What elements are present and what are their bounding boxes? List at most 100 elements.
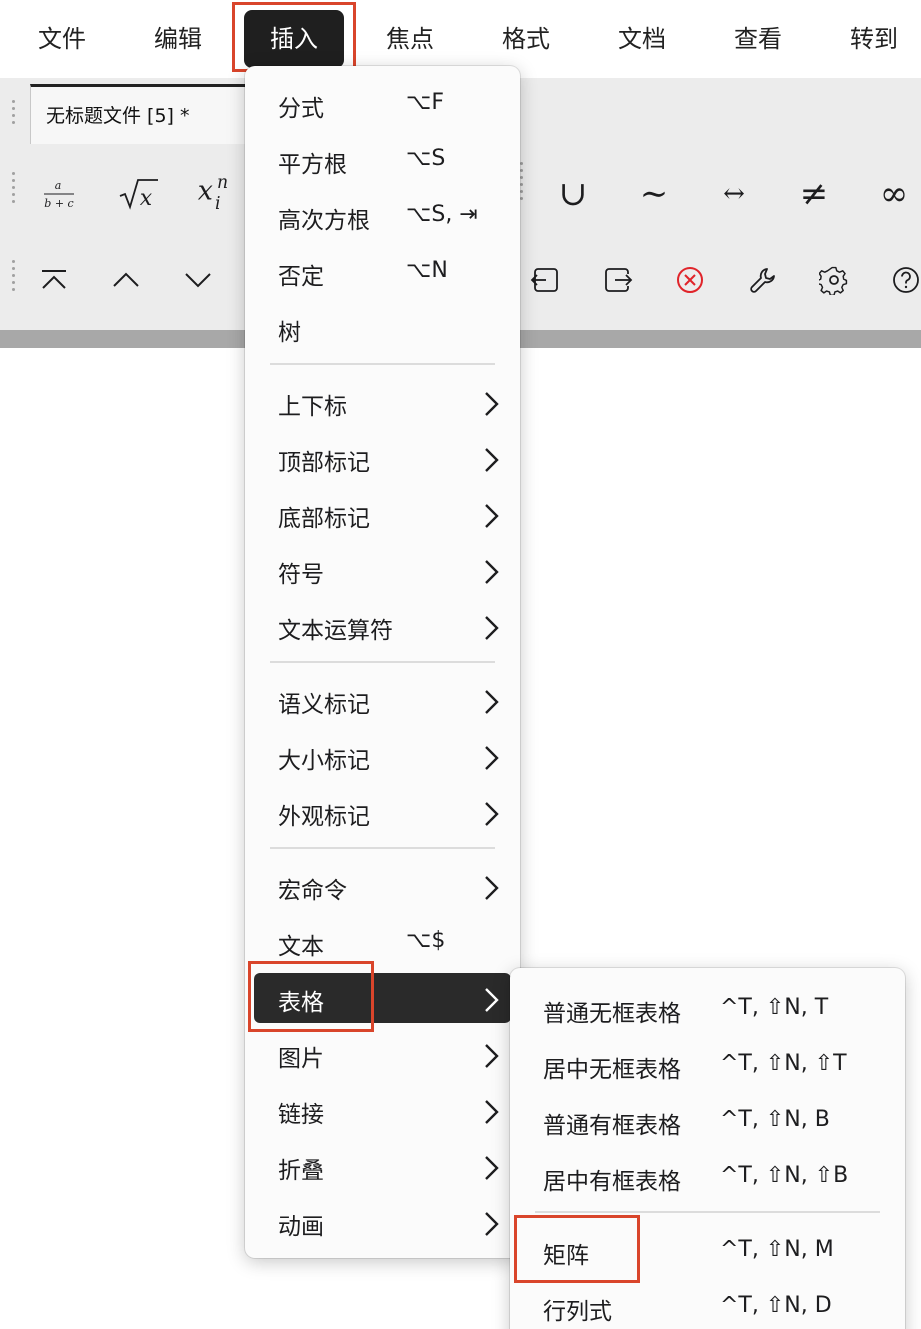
submenu-item-label: 居中无框表格 — [543, 1057, 681, 1083]
chevron-right-icon — [485, 560, 499, 584]
caret-top-icon[interactable] — [30, 256, 78, 304]
leftrightarrow-symbol-button[interactable]: ↔ — [710, 170, 758, 218]
menu-item-shortcut: ⌥N — [406, 258, 448, 283]
help-icon[interactable] — [882, 256, 921, 304]
menu-item-size-marks[interactable]: 大小标记 — [254, 731, 511, 781]
menu-item-table[interactable]: 表格 — [254, 973, 511, 1023]
gear-icon[interactable] — [810, 256, 858, 304]
menu-item-label: 大小标记 — [278, 748, 370, 774]
union-symbol-button[interactable]: ∪ — [549, 170, 597, 218]
menu-item-label: 符号 — [278, 562, 324, 588]
menu-item-label: 文本 — [278, 934, 324, 960]
menu-file[interactable]: 文件 — [22, 10, 102, 68]
menu-goto[interactable]: 转到 — [834, 10, 914, 68]
menu-item-label: 否定 — [278, 264, 324, 290]
chevron-right-icon — [485, 448, 499, 472]
menu-item-image[interactable]: 图片 — [254, 1029, 511, 1079]
import-icon[interactable] — [521, 256, 569, 304]
menu-edit[interactable]: 编辑 — [138, 10, 218, 68]
menu-insert[interactable]: 插入 — [244, 10, 344, 68]
menu-item-symbols[interactable]: 符号 — [254, 545, 511, 595]
chevron-right-icon — [485, 1156, 499, 1180]
menu-document[interactable]: 文档 — [602, 10, 682, 68]
submenu-item-shortcut: ^T, ⇧N, T — [720, 995, 829, 1020]
menu-item-semantic-marks[interactable]: 语义标记 — [254, 675, 511, 725]
menu-item-label: 链接 — [278, 1102, 324, 1128]
cancel-icon[interactable] — [666, 256, 714, 304]
caret-down-icon[interactable] — [174, 256, 222, 304]
grip-handle[interactable] — [12, 96, 16, 128]
menu-item-scripts[interactable]: 上下标 — [254, 377, 511, 427]
menu-focus[interactable]: 焦点 — [370, 10, 450, 68]
svg-text:b + c: b + c — [44, 197, 73, 210]
table-submenu: 普通无框表格 ^T, ⇧N, T 居中无框表格 ^T, ⇧N, ⇧T 普通有框表… — [510, 968, 905, 1329]
menu-item-nth-root[interactable]: 高次方根 ⌥S, ⇥ — [254, 191, 511, 241]
submenu-item-centered-borderless-table[interactable]: 居中无框表格 ^T, ⇧N, ⇧T — [518, 1039, 896, 1089]
submenu-item-label: 行列式 — [543, 1299, 612, 1325]
submenu-item-label: 矩阵 — [543, 1243, 589, 1269]
notequal-symbol-button[interactable]: ≠ — [790, 170, 838, 218]
menu-item-label: 分式 — [278, 96, 324, 122]
caret-up-icon[interactable] — [102, 256, 150, 304]
menu-item-label: 图片 — [278, 1046, 324, 1072]
document-tab[interactable]: 无标题文件 [5] * — [30, 84, 260, 144]
menu-format[interactable]: 格式 — [486, 10, 566, 68]
subsup-icon[interactable]: x n i — [192, 166, 240, 214]
export-icon[interactable] — [594, 256, 642, 304]
menu-item-shortcut: ⌥F — [406, 90, 445, 115]
menu-item-text[interactable]: 文本 ⌥$ — [254, 917, 511, 967]
submenu-item-shortcut: ^T, ⇧N, M — [720, 1237, 834, 1262]
submenu-item-plain-bordered-table[interactable]: 普通有框表格 ^T, ⇧N, B — [518, 1095, 896, 1145]
sqrt-icon[interactable]: x — [114, 170, 162, 218]
menu-item-label: 文本运算符 — [278, 618, 393, 644]
submenu-item-plain-borderless-table[interactable]: 普通无框表格 ^T, ⇧N, T — [518, 983, 896, 1033]
submenu-item-shortcut: ^T, ⇧N, D — [720, 1293, 832, 1318]
menu-item-sqrt[interactable]: 平方根 ⌥S — [254, 135, 511, 185]
menu-item-shortcut: ⌥S — [406, 146, 446, 171]
document-tab-title: 无标题文件 [5] * — [46, 105, 190, 127]
menu-item-label: 表格 — [278, 990, 324, 1016]
fraction-icon[interactable]: a b + c — [34, 170, 82, 218]
menu-item-animation[interactable]: 动画 — [254, 1197, 511, 1247]
menu-separator — [270, 363, 495, 365]
chevron-right-icon — [485, 1212, 499, 1236]
menu-item-bottom-marks[interactable]: 底部标记 — [254, 489, 511, 539]
infinity-symbol-button[interactable]: ∞ — [870, 170, 918, 218]
menu-item-tree[interactable]: 树 — [254, 303, 511, 353]
menu-item-fold[interactable]: 折叠 — [254, 1141, 511, 1191]
menu-item-label: 顶部标记 — [278, 450, 370, 476]
svg-text:i: i — [215, 194, 221, 214]
menu-item-appearance-marks[interactable]: 外观标记 — [254, 787, 511, 837]
insert-menu-dropdown: 分式 ⌥F 平方根 ⌥S 高次方根 ⌥S, ⇥ 否定 ⌥N 树 上下标 顶部标记… — [245, 66, 520, 1258]
menu-item-top-marks[interactable]: 顶部标记 — [254, 433, 511, 483]
chevron-right-icon — [485, 802, 499, 826]
menu-item-link[interactable]: 链接 — [254, 1085, 511, 1135]
menu-item-macros[interactable]: 宏命令 — [254, 861, 511, 911]
wrench-icon[interactable] — [739, 256, 787, 304]
grip-handle[interactable] — [520, 158, 524, 204]
svg-text:a: a — [55, 179, 62, 192]
menu-item-label: 宏命令 — [278, 878, 347, 904]
grip-handle[interactable] — [12, 168, 16, 207]
menu-item-label: 树 — [278, 320, 301, 346]
menu-view[interactable]: 查看 — [718, 10, 798, 68]
menu-item-label: 折叠 — [278, 1158, 324, 1184]
submenu-item-shortcut: ^T, ⇧N, ⇧T — [720, 1051, 847, 1076]
menu-item-negation[interactable]: 否定 ⌥N — [254, 247, 511, 297]
menu-item-label: 上下标 — [278, 394, 347, 420]
submenu-item-matrix[interactable]: 矩阵 ^T, ⇧N, M — [518, 1225, 896, 1275]
chevron-right-icon — [485, 690, 499, 714]
submenu-item-label: 居中有框表格 — [543, 1169, 681, 1195]
chevron-right-icon — [485, 616, 499, 640]
submenu-item-label: 普通有框表格 — [543, 1113, 681, 1139]
svg-text:n: n — [217, 173, 228, 193]
submenu-item-determinant[interactable]: 行列式 ^T, ⇧N, D — [518, 1281, 896, 1329]
tilde-symbol-button[interactable]: ∼ — [630, 170, 678, 218]
grip-handle[interactable] — [12, 256, 16, 295]
menu-item-shortcut: ⌥$ — [406, 928, 446, 953]
chevron-right-icon — [485, 504, 499, 528]
menu-item-fraction[interactable]: 分式 ⌥F — [254, 79, 511, 129]
menu-item-text-operators[interactable]: 文本运算符 — [254, 601, 511, 651]
chevron-right-icon — [485, 392, 499, 416]
submenu-item-centered-bordered-table[interactable]: 居中有框表格 ^T, ⇧N, ⇧B — [518, 1151, 896, 1201]
